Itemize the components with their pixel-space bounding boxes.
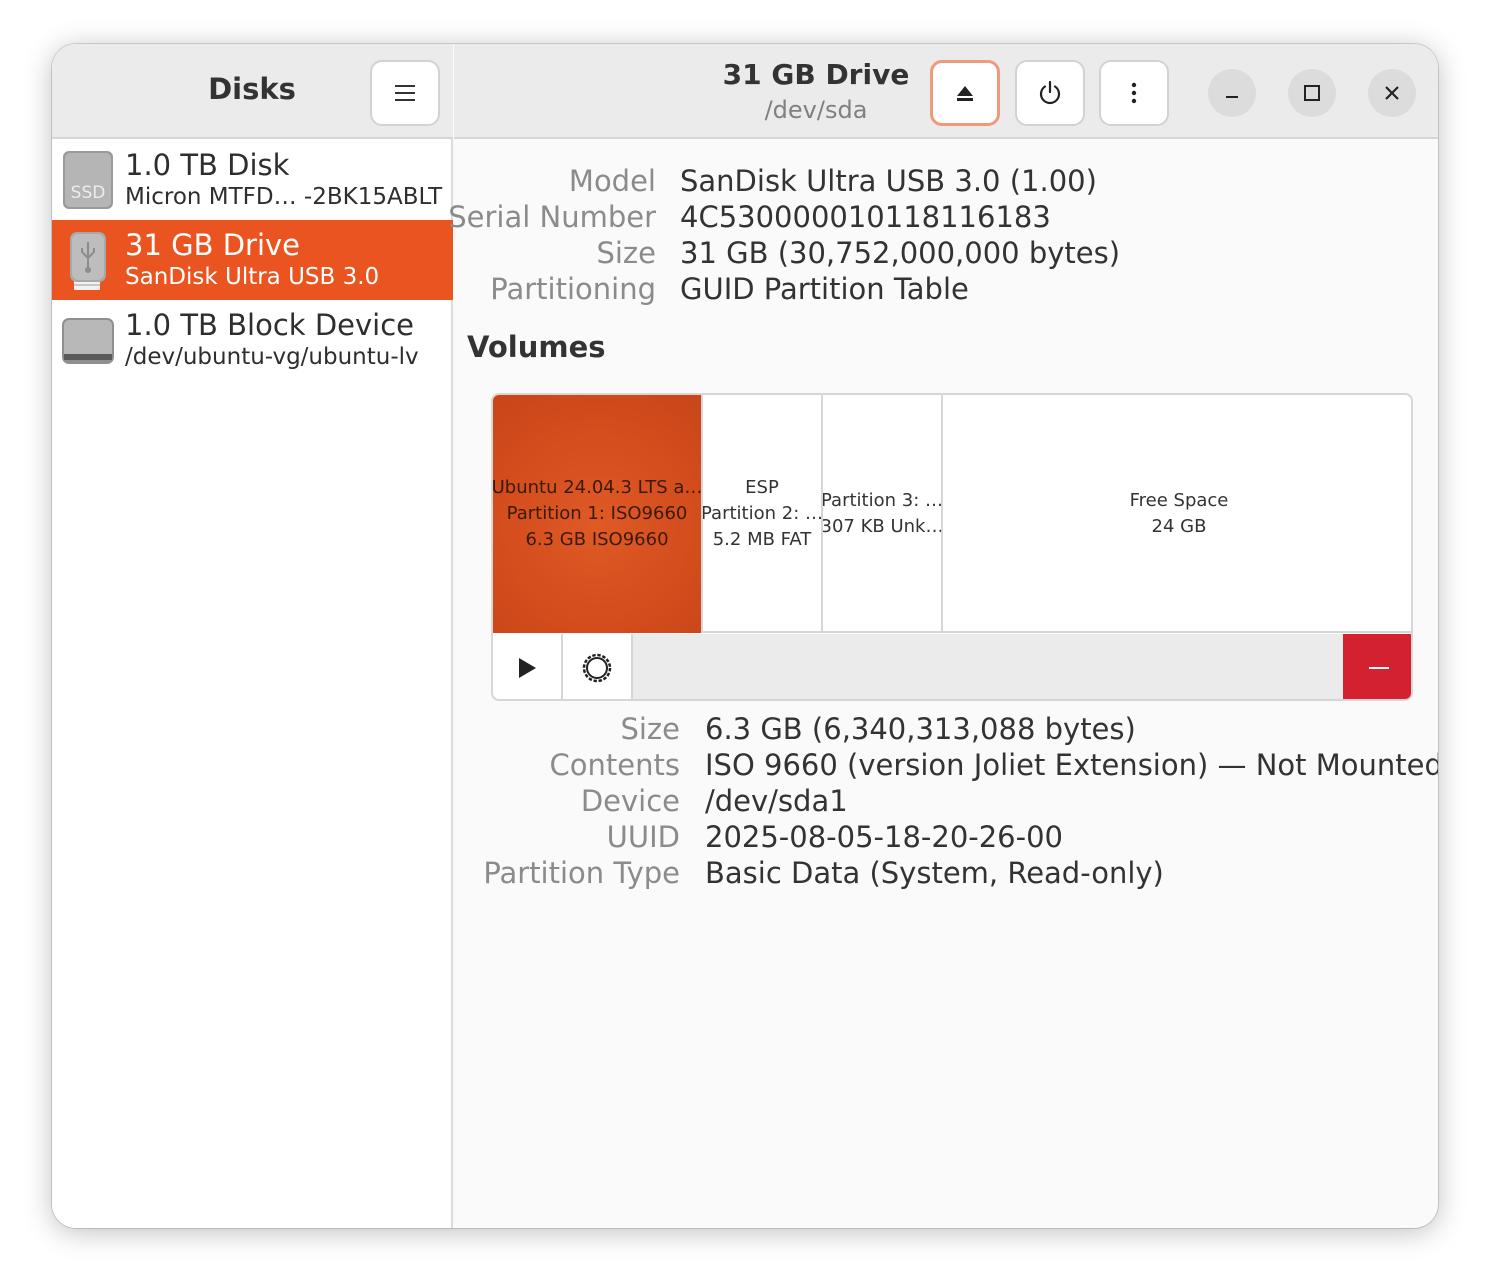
partition-number: Partition 2: … (703, 503, 823, 524)
info-key: Partitioning (490, 272, 656, 306)
partition-info-size: Size 6.3 GB (6,340,313,088 bytes) (52, 712, 1438, 748)
eject-icon (957, 86, 973, 101)
partition-options-button[interactable] (563, 634, 633, 699)
info-value: SanDisk Ultra USB 3.0 (1.00) (680, 164, 1097, 198)
maximize-icon (1304, 85, 1320, 101)
power-off-button[interactable] (1015, 60, 1085, 126)
mount-button[interactable] (493, 634, 563, 699)
disk-model: Micron MTFD… -2BK15ABLT (125, 184, 443, 210)
delete-partition-button[interactable] (1343, 634, 1411, 699)
info-row-model: Model SanDisk Ultra USB 3.0 (1.00) (454, 164, 1438, 200)
disk-path: /dev/ubuntu-vg/ubuntu-lv (125, 344, 419, 370)
header-bar: 31 GB Drive /dev/sda (454, 44, 1438, 139)
partition-size: 307 KB Unk… (823, 516, 943, 537)
info-key: Size (620, 712, 680, 746)
volume-toolbar (493, 634, 1411, 699)
minimize-icon (1226, 96, 1238, 98)
close-button[interactable] (1368, 69, 1416, 117)
info-value: 2025-08-05-18-20-26-00 (705, 820, 1063, 854)
free-space-label: Free Space (1129, 490, 1229, 511)
free-space[interactable]: Free Space 24 GB (943, 395, 1411, 633)
play-icon (519, 657, 536, 678)
block-device-icon (62, 318, 114, 364)
info-value: ISO 9660 (version Joliet Extension) — No… (705, 748, 1438, 782)
maximize-button[interactable] (1288, 69, 1336, 117)
partition-info-device: Device /dev/sda1 (52, 784, 1438, 820)
info-value: 31 GB (30,752,000,000 bytes) (680, 236, 1121, 270)
minimize-button[interactable] (1208, 69, 1256, 117)
partition-size: 5.2 MB FAT (712, 529, 812, 550)
info-row-serial: Serial Number 4C530000010118116183 (448, 200, 1438, 236)
info-key: Contents (549, 748, 680, 782)
info-key: Size (596, 236, 656, 270)
partition-number: Partition 1: ISO9660 (506, 503, 688, 524)
hamburger-menu-icon (395, 85, 415, 101)
usb-drive-icon (70, 232, 106, 290)
info-value: /dev/sda1 (705, 784, 848, 818)
ssd-icon: SSD (63, 151, 113, 209)
main-menu-button[interactable] (370, 60, 440, 126)
volume-map: Ubuntu 24.04.3 LTS a… Partition 1: ISO96… (491, 393, 1413, 701)
eject-button[interactable] (930, 60, 1000, 126)
info-row-partitioning: Partitioning GUID Partition Table (454, 272, 1438, 308)
sidebar-header: Disks (52, 44, 453, 139)
partition-label: ESP (745, 477, 779, 498)
partition-label: Ubuntu 24.04.3 LTS a… (493, 477, 703, 498)
partition-size: 6.3 GB ISO9660 (525, 529, 669, 550)
info-key: Device (580, 784, 680, 818)
info-value: GUID Partition Table (680, 272, 969, 306)
disk-name: 1.0 TB Block Device (125, 308, 414, 342)
sidebar: Disks SSD 1.0 TB Disk Micron MTFD… -2BK1… (52, 44, 453, 1228)
vertical-dots-icon (1131, 82, 1137, 104)
info-value: 6.3 GB (6,340,313,088 bytes) (705, 712, 1136, 746)
partition-3[interactable]: Partition 3: … 307 KB Unk… (823, 395, 943, 633)
info-value: 4C530000010118116183 (680, 200, 1051, 234)
partition-row: Ubuntu 24.04.3 LTS a… Partition 1: ISO96… (493, 395, 1411, 633)
disk-item-31gb-drive[interactable]: 31 GB Drive SanDisk Ultra USB 3.0 (52, 220, 453, 300)
drive-device-path: /dev/sda (764, 96, 868, 124)
disk-item-block-device[interactable]: 1.0 TB Block Device /dev/ubuntu-vg/ubunt… (52, 300, 453, 380)
close-icon (1385, 86, 1399, 100)
info-value: Basic Data (System, Read-only) (705, 856, 1164, 890)
disk-name: 31 GB Drive (125, 228, 301, 262)
free-space-size: 24 GB (1151, 516, 1207, 537)
disk-item-1tb-ssd[interactable]: SSD 1.0 TB Disk Micron MTFD… -2BK15ABLT (52, 140, 453, 220)
info-key: Partition Type (483, 856, 680, 890)
info-key: Model (568, 164, 656, 198)
disks-window: Disks SSD 1.0 TB Disk Micron MTFD… -2BK1… (52, 44, 1438, 1228)
disk-name: 1.0 TB Disk (125, 148, 290, 182)
partition-number: Partition 3: … (823, 490, 943, 511)
partition-info-contents: Contents ISO 9660 (version Joliet Extens… (52, 748, 1438, 784)
info-key: Serial Number (448, 200, 656, 234)
drive-title: 31 GB Drive (722, 58, 910, 91)
power-icon (1039, 80, 1061, 105)
partition-2[interactable]: ESP Partition 2: … 5.2 MB FAT (703, 395, 823, 633)
info-key: UUID (606, 820, 680, 854)
disk-model: SanDisk Ultra USB 3.0 (125, 264, 380, 290)
drive-options-button[interactable] (1099, 60, 1169, 126)
gear-icon (582, 653, 612, 682)
minus-icon (1369, 666, 1389, 669)
partition-info-uuid: UUID 2025-08-05-18-20-26-00 (52, 820, 1438, 856)
volumes-heading: Volumes (467, 330, 606, 364)
info-row-size: Size 31 GB (30,752,000,000 bytes) (454, 236, 1438, 272)
ssd-icon-label: SSD (71, 183, 106, 203)
partition-info-type: Partition Type Basic Data (System, Read-… (52, 856, 1438, 892)
partition-1[interactable]: Ubuntu 24.04.3 LTS a… Partition 1: ISO96… (493, 395, 703, 633)
disk-list: SSD 1.0 TB Disk Micron MTFD… -2BK15ABLT … (52, 140, 453, 380)
